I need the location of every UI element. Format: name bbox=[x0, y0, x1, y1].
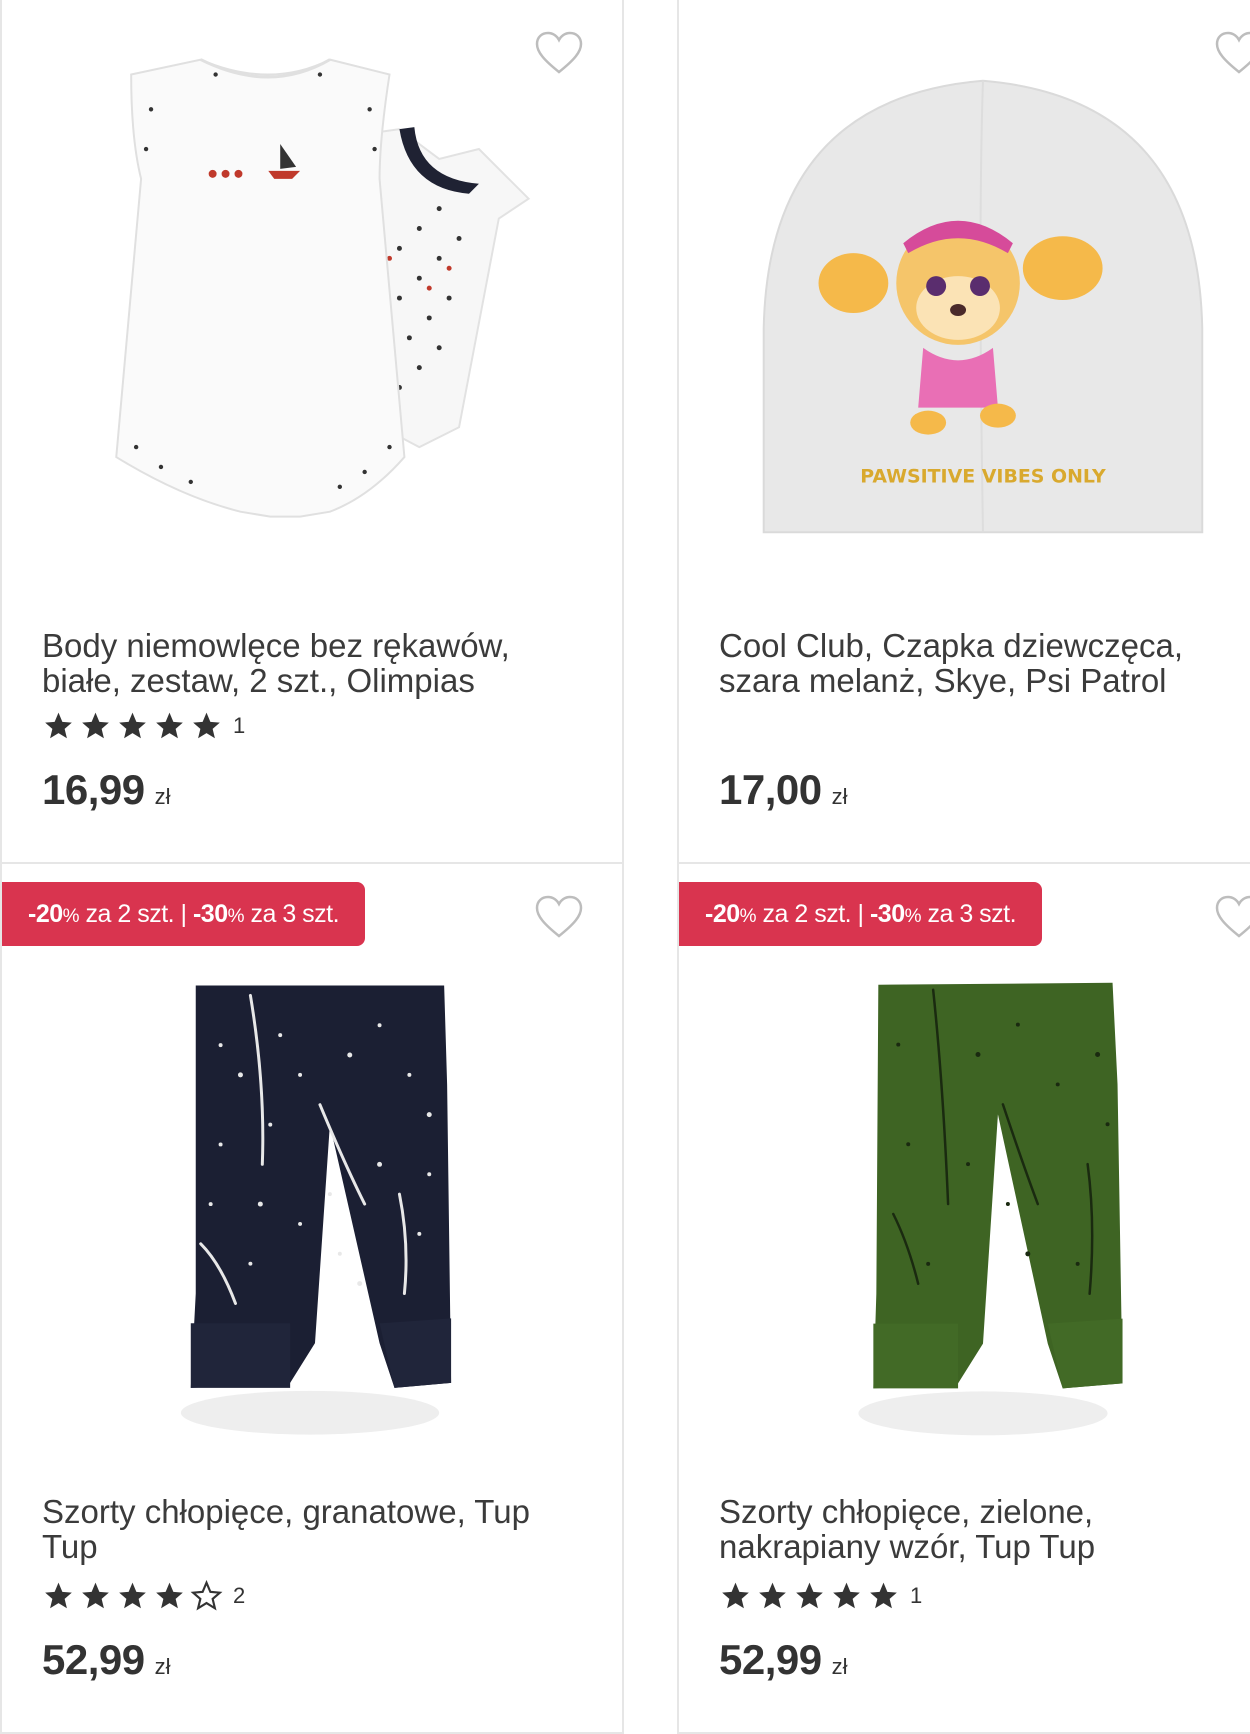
product-price: 17,00 zł bbox=[719, 766, 848, 814]
product-image[interactable] bbox=[2, 28, 622, 588]
product-title[interactable]: Szorty chłopięce, zielone, nakrapiany wz… bbox=[719, 1494, 1247, 1564]
product-card[interactable]: Body niemowlęce bez rękawów, białe, zest… bbox=[0, 0, 624, 864]
product-card[interactable]: -20% za 2 szt. | -30% za 3 szt. Szorty c… bbox=[0, 862, 624, 1734]
product-price: 16,99 zł bbox=[42, 766, 171, 814]
rating-count: 2 bbox=[233, 1583, 246, 1608]
product-image[interactable] bbox=[679, 964, 1250, 1464]
star-empty-icon bbox=[190, 1580, 223, 1611]
price-currency: zł bbox=[831, 784, 848, 809]
product-card[interactable]: PAWSITIVE VIBES ONLY Cool Club, Czapka d… bbox=[677, 0, 1250, 864]
heart-icon[interactable] bbox=[1214, 894, 1250, 940]
price-amount: 52,99 bbox=[42, 1636, 145, 1683]
promo-discount-2: -20 bbox=[28, 900, 63, 928]
promo-text-2: za 2 szt. | bbox=[79, 900, 193, 928]
promo-text-3: za 3 szt. bbox=[244, 900, 340, 928]
price-currency: zł bbox=[831, 1654, 848, 1679]
promo-text-2: za 2 szt. | bbox=[756, 900, 870, 928]
promo-percent-sign: % bbox=[227, 906, 245, 927]
product-price: 52,99 zł bbox=[42, 1636, 171, 1684]
promo-percent-sign: % bbox=[739, 906, 757, 927]
star-filled-icon bbox=[722, 1582, 749, 1609]
price-currency: zł bbox=[154, 784, 171, 809]
price-amount: 16,99 bbox=[42, 766, 145, 813]
product-card[interactable]: -20% za 2 szt. | -30% za 3 szt. Szorty c… bbox=[677, 862, 1250, 1734]
star-filled-icon bbox=[119, 1582, 146, 1609]
star-filled-icon bbox=[870, 1582, 897, 1609]
promo-badge: -20% za 2 szt. | -30% za 3 szt. bbox=[2, 882, 366, 946]
star-filled-icon bbox=[119, 712, 146, 739]
star-filled-icon bbox=[193, 712, 220, 739]
product-title[interactable]: Cool Club, Czapka dziewczęca, szara mela… bbox=[719, 628, 1247, 698]
star-filled-icon bbox=[82, 1582, 109, 1609]
promo-discount-3: -30 bbox=[869, 900, 905, 928]
promo-discount-3: -30 bbox=[192, 900, 228, 928]
star-filled-icon bbox=[796, 1582, 823, 1609]
star-filled-icon bbox=[759, 1582, 786, 1609]
promo-text-3: za 3 szt. bbox=[921, 900, 1017, 928]
rating-count: 1 bbox=[233, 713, 246, 738]
promo-discount-2: -20 bbox=[705, 900, 740, 928]
product-price: 52,99 zł bbox=[719, 1636, 848, 1684]
product-grid: Body niemowlęce bez rękawów, białe, zest… bbox=[0, 0, 1250, 1734]
heart-icon[interactable] bbox=[534, 894, 584, 940]
price-amount: 17,00 bbox=[719, 766, 822, 813]
product-rating: 1 bbox=[42, 710, 245, 742]
product-rating: 2 bbox=[42, 1580, 245, 1612]
product-image[interactable]: PAWSITIVE VIBES ONLY bbox=[679, 28, 1250, 588]
star-filled-icon bbox=[45, 712, 72, 739]
rating-count: 1 bbox=[910, 1583, 923, 1608]
price-amount: 52,99 bbox=[719, 1636, 822, 1683]
promo-percent-sign: % bbox=[904, 906, 922, 927]
star-filled-icon bbox=[82, 712, 109, 739]
promo-badge: -20% za 2 szt. | -30% za 3 szt. bbox=[679, 882, 1043, 946]
product-rating: 1 bbox=[719, 1580, 922, 1612]
star-filled-icon bbox=[45, 1582, 72, 1609]
promo-percent-sign: % bbox=[62, 906, 80, 927]
product-image[interactable] bbox=[2, 964, 622, 1464]
star-filled-icon bbox=[833, 1582, 860, 1609]
star-filled-icon bbox=[156, 712, 183, 739]
price-currency: zł bbox=[154, 1654, 171, 1679]
product-title[interactable]: Body niemowlęce bez rękawów, białe, zest… bbox=[42, 628, 592, 698]
hat-print-text: PAWSITIVE VIBES ONLY bbox=[860, 465, 1106, 487]
star-filled-icon bbox=[156, 1582, 183, 1609]
product-title[interactable]: Szorty chłopięce, granatowe, Tup Tup bbox=[42, 1494, 592, 1564]
